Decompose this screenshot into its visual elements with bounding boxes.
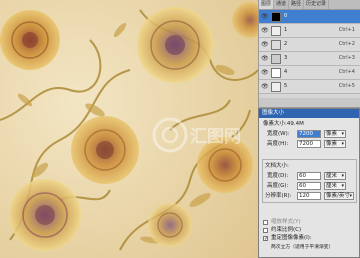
pixel-size-label: 像素大小:49.4M [263, 121, 304, 127]
resample-method-select[interactable]: 两次立方（适用于平滑渐变） [271, 244, 333, 252]
dialog-title: 图像大小 [259, 109, 359, 118]
layer-shortcut: Ctrl+2 [338, 41, 355, 47]
doc-width-unit: 厘米 [326, 173, 338, 179]
eye-icon[interactable]: 👁 [261, 13, 269, 20]
layer-thumbnail [271, 12, 281, 22]
width-input[interactable]: 7200 [297, 130, 321, 138]
tab-history[interactable]: 历史记录 [304, 0, 330, 9]
height-label: 高度(H): [267, 141, 289, 147]
chevron-down-icon: ▾ [341, 183, 344, 189]
resample-checkbox[interactable]: ✓ [263, 236, 268, 242]
height-unit: 像素 [326, 141, 338, 147]
doc-width-label: 宽度(D): [267, 173, 289, 179]
scale-styles-checkbox[interactable] [263, 220, 268, 225]
layer-row-4[interactable]: 👁 4 Ctrl+4 [259, 66, 360, 80]
tab-layers[interactable]: 图层 [259, 0, 275, 9]
eye-icon[interactable]: 👁 [261, 27, 269, 34]
layer-name: 5 [284, 83, 288, 89]
doc-height-unit-select[interactable]: 厘米 ▾ [324, 182, 346, 190]
layer-thumbnail [271, 54, 281, 64]
layer-name: 3 [284, 55, 288, 61]
layer-shortcut: Ctrl+5 [338, 83, 355, 89]
width-unit: 像素 [326, 131, 338, 137]
layer-row-0[interactable]: 👁 0 [259, 10, 360, 24]
doc-width-unit-select[interactable]: 厘米 ▾ [324, 172, 346, 180]
chevron-down-icon: ▾ [341, 131, 344, 137]
layer-name: 0 [284, 13, 288, 19]
resample-label: 重定图像像素(I): [271, 235, 312, 241]
constrain-checkbox[interactable] [263, 228, 268, 233]
peony-top-left [0, 10, 60, 70]
image-size-dialog: 图像大小 像素大小:49.4M 宽度(W): 7200 像素 ▾ 高度(H): 7… [258, 108, 360, 258]
tab-channels[interactable]: 通道 [274, 0, 290, 9]
layer-thumbnail [271, 82, 281, 92]
layer-shortcut: Ctrl+3 [338, 55, 355, 61]
watermark-text: 汇图网 [190, 127, 241, 147]
layer-thumbnail [271, 68, 281, 78]
doc-height-unit: 厘米 [326, 183, 338, 189]
height-unit-select[interactable]: 像素 ▾ [324, 140, 346, 148]
eye-icon[interactable]: 👁 [261, 69, 269, 76]
resolution-input[interactable]: 120 [297, 192, 321, 200]
doc-height-input[interactable]: 60 [297, 182, 321, 190]
doc-width-input[interactable]: 60 [297, 172, 321, 180]
width-unit-select[interactable]: 像素 ▾ [324, 130, 346, 138]
constrain-label: 约束比例(C) [271, 227, 302, 233]
layer-thumbnail [271, 26, 281, 36]
document-canvas[interactable]: 汇图网 [0, 0, 258, 258]
scale-styles-label: 缩放样式(Y) [271, 219, 301, 225]
height-input[interactable]: 7200 [297, 140, 321, 148]
panel-tabs: 图层 通道 路径 历史记录 [259, 0, 360, 10]
layer-name: 1 [284, 27, 288, 33]
eye-icon[interactable]: 👁 [261, 55, 269, 62]
layer-name: 4 [284, 69, 288, 75]
layer-row-1[interactable]: 👁 1 Ctrl+1 [259, 24, 360, 38]
doc-size-label: 文档大小: [265, 163, 289, 169]
watermark-logo: 汇图网 [150, 110, 246, 160]
width-label: 宽度(W): [267, 131, 290, 137]
chevron-down-icon: ▾ [349, 193, 352, 199]
tab-paths[interactable]: 路径 [289, 0, 305, 9]
resolution-unit: 像素/英寸 [326, 193, 350, 199]
layer-row-5[interactable]: 👁 5 Ctrl+5 [259, 80, 360, 94]
chevron-down-icon: ▾ [341, 141, 344, 147]
eye-icon[interactable]: 👁 [261, 83, 269, 90]
resolution-label: 分辨率(R): [265, 193, 292, 199]
resolution-unit-select[interactable]: 像素/英寸 ▾ [324, 192, 354, 200]
chevron-down-icon: ▾ [341, 173, 344, 179]
layer-name: 2 [284, 41, 288, 47]
doc-height-label: 高度(G): [267, 183, 289, 189]
layer-toolbar [259, 98, 360, 108]
layer-shortcut: Ctrl+1 [338, 27, 355, 33]
eye-icon[interactable]: 👁 [261, 41, 269, 48]
layer-thumbnail [271, 40, 281, 50]
layer-row-3[interactable]: 👁 3 Ctrl+3 [259, 52, 360, 66]
layer-shortcut: Ctrl+4 [338, 69, 355, 75]
layer-row-2[interactable]: 👁 2 Ctrl+2 [259, 38, 360, 52]
